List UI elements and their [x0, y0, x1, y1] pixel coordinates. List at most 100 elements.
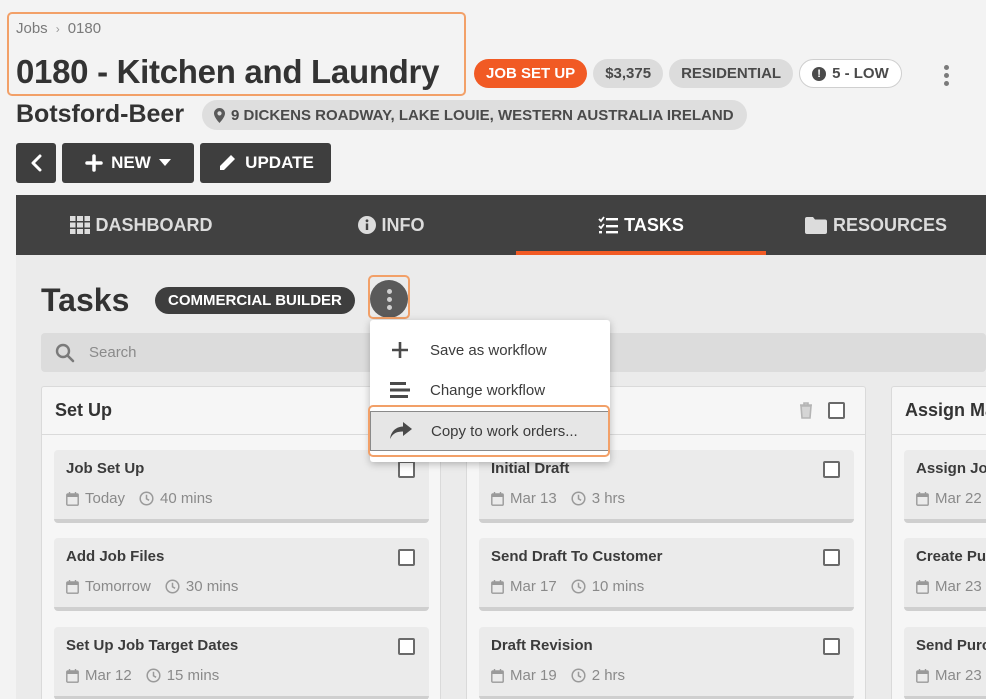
info-icon [357, 216, 376, 234]
clock-icon [139, 491, 154, 506]
task-meta: Mar 12 15 mins [66, 667, 219, 684]
clock-icon [165, 579, 180, 594]
calendar-icon [916, 668, 929, 683]
address-badge[interactable]: 9 DICKENS ROADWAY, LAKE LOUIE, WESTERN A… [202, 100, 747, 130]
calendar-icon [491, 491, 504, 506]
tab-resources-label: RESOURCES [832, 214, 948, 235]
clock-icon [146, 668, 161, 683]
trash-icon[interactable] [799, 402, 813, 419]
column-title: Assign Ma [905, 400, 986, 420]
priority-badge[interactable]: ! 5 - LOW [799, 59, 902, 88]
action-bar: NEW UPDATE [16, 143, 331, 183]
amount-badge: $3,375 [593, 59, 664, 88]
tab-dashboard[interactable]: DASHBOARD [16, 195, 266, 255]
task-duration: 15 mins [166, 667, 220, 684]
column-select-checkbox[interactable] [828, 402, 845, 419]
calendar-icon [66, 579, 79, 594]
address-text: 9 DICKENS ROADWAY, LAKE LOUIE, WESTERN A… [231, 106, 734, 124]
menu-item-label: Change workflow [430, 381, 546, 399]
task-duration: 40 mins [160, 490, 213, 507]
task-date: Mar 22 [935, 490, 982, 507]
calendar-icon [66, 668, 79, 683]
tab-resources[interactable]: RESOURCES [766, 195, 986, 255]
customer-name[interactable]: Botsford-Beer [16, 100, 184, 129]
task-title: Send Draft To Customer [491, 548, 663, 565]
new-button-label: NEW [111, 153, 151, 172]
job-more-options-icon[interactable] [937, 62, 955, 88]
task-card[interactable]: Add Job Files Tomorrow 30 mins [54, 538, 429, 611]
task-title: Job Set Up [66, 460, 145, 477]
caret-down-icon [158, 159, 171, 166]
task-checkbox[interactable] [823, 461, 840, 478]
task-title: Add Job Files [66, 548, 165, 565]
grid-icon [69, 216, 90, 234]
search-input[interactable]: Search [89, 344, 137, 361]
checklist-icon [598, 216, 619, 234]
task-date: Mar 12 [85, 667, 132, 684]
task-checkbox[interactable] [398, 549, 415, 566]
tab-info[interactable]: INFO [266, 195, 516, 255]
task-meta: Mar 23 [916, 578, 982, 595]
task-meta: Today 40 mins [66, 490, 213, 507]
task-checkbox[interactable] [823, 549, 840, 566]
workflow-badge: COMMERCIAL BUILDER [155, 287, 355, 314]
task-date: Mar 13 [510, 490, 557, 507]
task-card[interactable]: Assign Jo Mar 22 [904, 450, 986, 523]
task-duration: 2 hrs [591, 667, 626, 684]
task-title: Initial Draft [491, 460, 570, 477]
exclamation-icon: ! [812, 66, 827, 81]
tab-dashboard-label: DASHBOARD [95, 214, 213, 235]
calendar-icon [491, 579, 504, 594]
calendar-icon [491, 668, 504, 683]
menu-item-highlight-box [368, 405, 610, 457]
folder-icon [804, 216, 827, 234]
task-card[interactable]: Create Pu Mar 23 [904, 538, 986, 611]
task-title: Set Up Job Target Dates [66, 637, 239, 654]
status-badge[interactable]: JOB SET UP [474, 59, 588, 88]
pencil-icon [220, 155, 236, 170]
task-card[interactable]: Set Up Job Target Dates Mar 12 15 mins [54, 627, 429, 699]
task-checkbox[interactable] [823, 638, 840, 655]
task-card[interactable]: Send Draft To Customer Mar 17 10 mins [479, 538, 854, 611]
task-title: Send Purc [916, 637, 986, 654]
chevron-left-icon [31, 154, 42, 172]
task-date: Mar 23 [935, 667, 982, 684]
back-button[interactable] [16, 143, 56, 183]
tab-tasks[interactable]: TASKS [516, 195, 766, 255]
lines-icon [370, 381, 430, 399]
task-meta: Mar 23 [916, 667, 982, 684]
kebab-highlight-box [368, 275, 410, 319]
type-badge: RESIDENTIAL [669, 59, 794, 88]
column-header: Assign Ma [892, 387, 986, 435]
task-card[interactable]: Draft Revision Mar 19 2 hrs [479, 627, 854, 699]
task-card[interactable]: Send Purc Mar 23 [904, 627, 986, 699]
task-title: Draft Revision [491, 637, 593, 654]
calendar-icon [916, 491, 929, 506]
task-meta: Mar 17 10 mins [491, 578, 644, 595]
task-checkbox[interactable] [398, 461, 415, 478]
task-date: Today [85, 490, 126, 507]
update-button-label: UPDATE [245, 153, 314, 172]
tasks-heading: Tasks [41, 282, 130, 318]
column-title: Set Up [55, 400, 113, 420]
task-date: Mar 17 [510, 578, 557, 595]
menu-item-save-as-workflow[interactable]: Save as workflow [370, 330, 610, 370]
task-title: Create Pu [916, 548, 986, 565]
update-button[interactable]: UPDATE [200, 143, 331, 183]
task-date: Tomorrow [85, 578, 151, 595]
plus-icon [370, 341, 430, 359]
task-meta: Mar 13 3 hrs [491, 490, 625, 507]
task-meta: Tomorrow 30 mins [66, 578, 238, 595]
menu-item-change-workflow[interactable]: Change workflow [370, 370, 610, 410]
new-button[interactable]: NEW [62, 143, 194, 183]
clock-icon [571, 668, 586, 683]
map-pin-icon [214, 107, 225, 123]
task-duration: 3 hrs [591, 490, 626, 507]
task-date: Mar 23 [935, 578, 982, 595]
task-duration: 30 mins [185, 578, 239, 595]
title-highlight-box [7, 12, 466, 96]
clock-icon [571, 491, 586, 506]
tab-info-label: INFO [381, 214, 425, 235]
task-checkbox[interactable] [398, 638, 415, 655]
menu-item-label: Save as workflow [430, 341, 547, 359]
